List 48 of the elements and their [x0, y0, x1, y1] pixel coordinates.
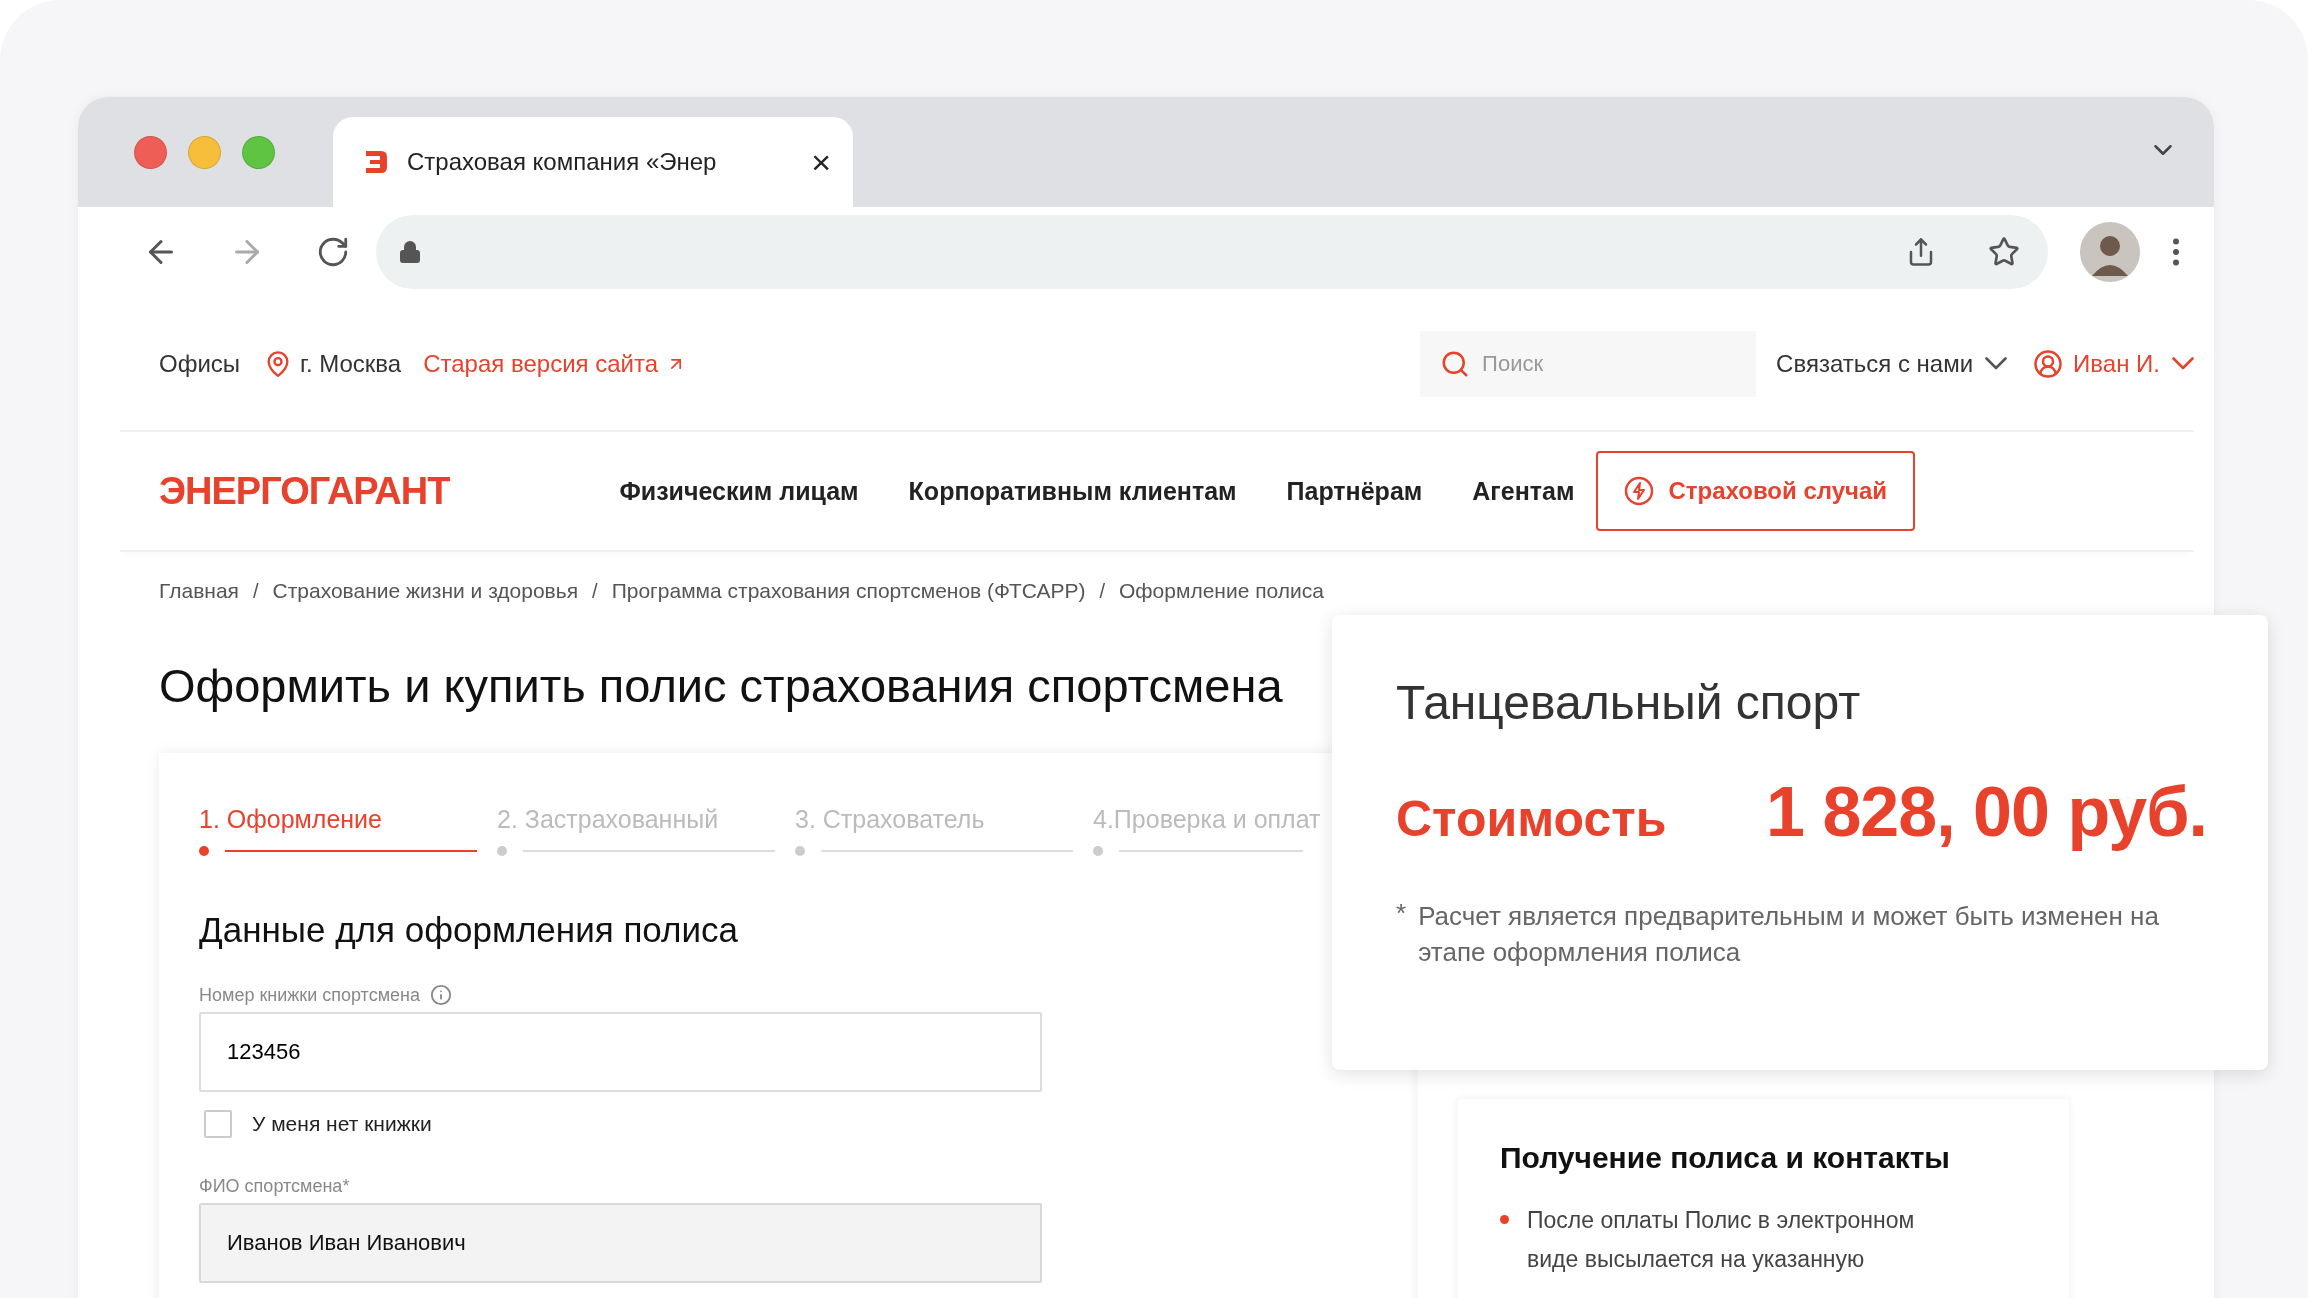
breadcrumb-link[interactable]: Программа страхования спортсменов (ФТСАРР)	[611, 579, 1086, 603]
lock-icon	[398, 240, 422, 264]
user-icon	[2033, 348, 2064, 379]
breadcrumb-separator: /	[1099, 579, 1105, 603]
old-site-link[interactable]: Старая версия сайта	[423, 349, 687, 378]
price: 1 828, 00 руб.	[1766, 772, 2207, 852]
insurance-claim-button[interactable]: Страховой случай	[1596, 451, 1916, 531]
cost-label: Стоимость	[1396, 790, 1668, 848]
avatar[interactable]	[2080, 222, 2140, 282]
chevron-down-icon	[1985, 357, 2008, 370]
browser-tab[interactable]: Страховая компания «Энер ×	[333, 117, 853, 207]
input-field[interactable]: 123456	[199, 1012, 1042, 1092]
bookmark-star-icon[interactable]	[1988, 236, 2020, 268]
price-note: Расчет является предварительным и может быть изменен на этапе оформления полиса	[1418, 900, 2160, 969]
info-text: После оплаты Полис в электронном виде высылается на указанную	[1527, 1206, 1916, 1274]
reload-icon[interactable]	[316, 235, 350, 269]
field-label: ФИО спортсмена*	[199, 1176, 350, 1197]
checkbox[interactable]	[204, 1110, 232, 1138]
chevron-down-icon	[2172, 357, 2194, 370]
nav-link[interactable]: Агентам	[1472, 476, 1575, 506]
nav-link[interactable]: Физическим лицам	[619, 476, 859, 506]
breadcrumb-link[interactable]: Страхование жизни и здоровья	[272, 579, 579, 603]
company-logo[interactable]: ЭНЕРГОГАРАНТ	[159, 469, 450, 513]
breadcrumb-separator: /	[252, 579, 259, 603]
section-title: Данные для оформления полиса	[199, 910, 738, 950]
bullet-icon	[1500, 1215, 1509, 1224]
breadcrumb-link[interactable]: Главная	[159, 579, 239, 603]
contact-dropdown[interactable]: Связаться с нами	[1776, 349, 2008, 378]
sport-title: Танцевальный спорт	[1396, 675, 1862, 730]
close-tab-button[interactable]: ×	[811, 145, 831, 179]
step-tab[interactable]: 1. Оформление	[199, 805, 497, 856]
nav-link[interactable]: Корпоративным клиентам	[908, 476, 1237, 506]
field-label: Номер книжки спортсмена	[199, 984, 420, 1006]
close-window-button[interactable]	[134, 136, 167, 169]
bolt-icon	[1624, 476, 1655, 506]
info-card-title: Получение полиса и контакты	[1500, 1141, 1951, 1175]
offices-link[interactable]: Офисы	[159, 349, 241, 378]
nav-link[interactable]: Партнёрам	[1286, 476, 1423, 506]
checkbox-label: У меня нет книжки	[252, 1112, 432, 1136]
breadcrumb-link[interactable]: Оформление полиса	[1119, 579, 1324, 603]
info-icon[interactable]	[430, 984, 452, 1006]
breadcrumb-separator: /	[592, 579, 598, 603]
city-selector[interactable]: г. Москва	[300, 349, 402, 378]
tab-title: Страховая компания «Энер	[407, 148, 718, 176]
search-input[interactable]: Поиск	[1480, 349, 1721, 378]
search-field[interactable]: Поиск	[1420, 330, 1757, 397]
user-menu[interactable]: Иван И.	[2073, 349, 2194, 378]
note-mark: *	[1396, 898, 1407, 930]
